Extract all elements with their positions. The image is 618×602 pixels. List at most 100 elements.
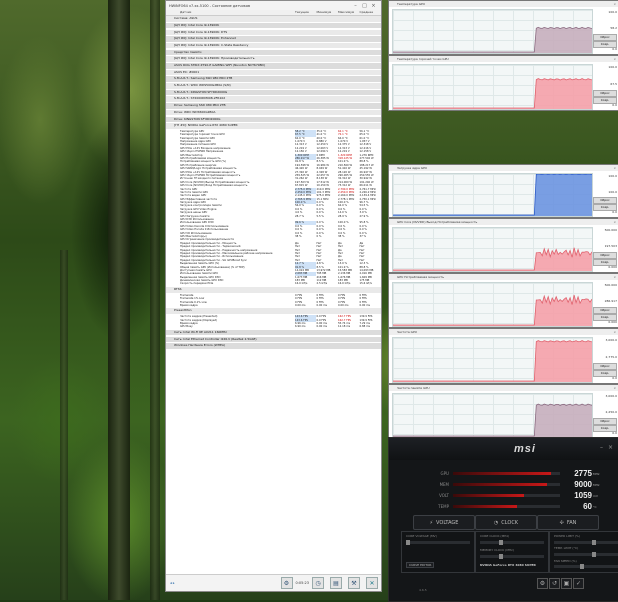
graph-window[interactable]: Частота памяти GPU × 3,000.0 2,250.0 0.0 Сбро… — [388, 384, 618, 439]
graph-current: 100.0 — [608, 189, 617, 194]
graph-title: Температура GPU — [397, 2, 426, 6]
sensor-group[interactable]: Drive: Samsung SSD 980 PRO 2TB — [166, 103, 381, 109]
save-icon[interactable]: ▣ — [561, 578, 572, 589]
fan-tab[interactable]: ✣ FAN — [537, 515, 599, 530]
close-icon[interactable]: × — [613, 329, 616, 335]
minimize-icon[interactable]: – — [351, 3, 360, 9]
sensor-group[interactable]: [ЦП #0]: Intel Core i9-13900K: Enhanced — [166, 36, 381, 42]
graph-save-button[interactable]: Сохр. — [593, 258, 617, 266]
tab-label: FAN — [566, 519, 577, 526]
temp-limit-slider[interactable] — [554, 552, 618, 557]
graph-save-button[interactable]: Сохр. — [593, 424, 617, 432]
graph-title-bar[interactable]: Частота GPU × — [389, 329, 618, 335]
graph-title-bar[interactable]: GPU Core (NVVDD) Выход Потребляемая мощн… — [389, 219, 618, 225]
graph-title-bar[interactable]: Частота памяти GPU × — [389, 385, 618, 391]
sensor-group[interactable]: S.M.A.R.T.: ST2000DM008-2FR102 — [166, 96, 381, 102]
graph-reset-button[interactable]: Сброс — [593, 251, 617, 259]
graph-plot — [392, 282, 593, 327]
sensor-group[interactable]: Drive: KINGSTON SFYRD2000G — [166, 116, 381, 122]
sensor-group[interactable]: [ГП #0]: NVIDIA GeForce RTX 4080 SUPER — [166, 123, 381, 129]
sensor-group[interactable]: ASUS ROG STRIX Z790-E GAMING WIFI (Nuvot… — [166, 63, 381, 69]
settings-icon[interactable]: ⚒ — [348, 577, 360, 589]
graph-reset-button[interactable]: Сброс — [593, 197, 617, 205]
close-icon[interactable]: × — [613, 165, 616, 171]
sensor-value: 6.90 ms — [294, 325, 306, 329]
close-icon[interactable]: × — [613, 385, 616, 391]
fan-speed-slider[interactable] — [554, 564, 618, 569]
tab-label: CLOCK — [501, 519, 519, 526]
sensor-group[interactable]: ASUS EC: #0001 — [166, 69, 381, 76]
clock-icon[interactable]: ◷ — [312, 577, 324, 589]
monitor-unit: MHz — [593, 482, 600, 487]
sensor-group[interactable]: S.M.A.R.T.: Samsung SSD 980 PRO 2TB — [166, 76, 381, 82]
power-limit-label: POWER LIMIT (%) — [554, 534, 581, 538]
graph-title-bar[interactable]: Загрузка ядра GPU × — [389, 165, 618, 171]
graph-max: 500.000 — [604, 283, 617, 287]
graph-save-button[interactable]: Сохр. — [593, 313, 617, 321]
sensor-group[interactable]: Сеть: Intel Ethernet Controller I226-V (… — [166, 336, 381, 343]
settings-icon[interactable]: ⚙ — [537, 578, 548, 589]
close-icon[interactable]: × — [613, 274, 616, 280]
graph-save-button[interactable]: Сохр. — [593, 369, 617, 377]
graph-reset-button[interactable]: Сброс — [593, 362, 617, 370]
sensor-group[interactable]: [ЦП #0]: Intel Core i9-13900K: C-State R… — [166, 42, 381, 49]
sensor-group[interactable]: PresentMon — [166, 308, 381, 314]
close-icon[interactable]: × — [613, 56, 616, 62]
window-titlebar[interactable]: HWiNFO64 v7.xx-5100 - Состояние датчиков… — [166, 1, 381, 10]
sensor-row[interactable]: GPU Busy 6.90 ms 0.00 ms 12.18 ms 6.88 ms — [166, 325, 381, 328]
graph-save-button[interactable]: Сохр. — [593, 96, 617, 104]
core-voltage-slider[interactable] — [406, 540, 470, 545]
report-icon[interactable]: ▤ — [330, 577, 342, 589]
graph-save-button[interactable]: Сохр. — [593, 204, 617, 212]
sensor-group[interactable]: S.M.A.R.T.: WDC WDS500G2B0A (S/N) — [166, 83, 381, 89]
graph-window[interactable]: GPU Core (NVVDD) Выход Потребляемая мощн… — [388, 218, 618, 273]
sensor-group[interactable]: Сеть: Intel Wi-Fi 6E AX211 160MHz — [166, 329, 381, 336]
voltage-tab[interactable]: ⚡ VOLTAGE — [413, 515, 475, 530]
sensor-group[interactable]: S.M.A.R.T.: KINGSTON SFYRD2000G — [166, 89, 381, 96]
sensor-row[interactable]: Время кадра 0.00 ms 0.00 ms 0.00 ms 0.00 ms — [166, 304, 381, 307]
graph-window[interactable]: Температура GPU × 100.0 58.2 0.0 Сброс Сохр. — [388, 0, 618, 55]
apply-icon[interactable]: ✓ — [573, 578, 584, 589]
close-icon[interactable]: × — [369, 3, 378, 9]
sensor-group[interactable]: Windows Hardware Errors (WHEA) — [166, 343, 381, 349]
sensor-group[interactable]: Средство памяти — [166, 49, 381, 56]
afterburner-header[interactable]: msi – × — [389, 438, 618, 460]
sensor-group[interactable]: Система: ASUS — [166, 16, 381, 22]
minimize-icon[interactable]: – — [600, 444, 603, 451]
sensor-value: 12.18 ms — [337, 325, 351, 329]
memory-clock-slider[interactable] — [480, 554, 544, 559]
close-sensors-icon[interactable]: ✕ — [366, 577, 378, 589]
close-icon[interactable]: × — [613, 219, 616, 225]
sensor-row[interactable]: Скорость передачи PCIe 16.0 GT/s 2.5 GT/s 1… — [166, 282, 381, 285]
graph-svg — [393, 173, 593, 216]
close-icon[interactable]: × — [608, 444, 613, 451]
graph-title-bar[interactable]: Температура горячей точки GPU × — [389, 56, 618, 62]
sensor-group[interactable]: [ЦП #0]: Intel Core i9-13900K — [166, 22, 381, 29]
maximize-icon[interactable]: □ — [360, 3, 369, 9]
graph-window[interactable]: Частота GPU × 3,000.0 2,775.0 0.0 Сброс Сохр. — [388, 328, 618, 384]
graph-reset-button[interactable]: Сброс — [593, 417, 617, 425]
graph-window[interactable]: GPU Потребляемая мощность × 500.000 286.917… — [388, 273, 618, 328]
graph-window[interactable]: Температура горячей точки GPU × 100.0 67.5 0… — [388, 55, 618, 111]
power-limit-slider[interactable] — [554, 540, 618, 545]
sensor-group[interactable]: RTSS — [166, 287, 381, 293]
graph-reset-button[interactable]: Сброс — [593, 306, 617, 314]
sensor-group[interactable]: [ЦП #0]: Intel Core i9-13900K: Производи… — [166, 56, 381, 62]
reset-icon[interactable]: ↺ — [549, 578, 560, 589]
close-icon[interactable]: × — [613, 1, 616, 7]
sensor-group[interactable]: Drive: WDC WDS500G2B0A — [166, 109, 381, 116]
nav-arrows[interactable]: ◂ ▸ — [170, 581, 175, 585]
network-icon[interactable]: ⚙ — [280, 577, 293, 589]
sensor-group[interactable]: [ЦП #0]: Intel Core i9-13900K: DTS — [166, 29, 381, 36]
fan-icon: ✣ — [559, 519, 564, 526]
graph-reset-button[interactable]: Сброс — [593, 33, 617, 41]
graph-reset-button[interactable]: Сброс — [593, 89, 617, 97]
graph-title-bar[interactable]: Температура GPU × — [389, 1, 618, 7]
tree-trunk — [150, 0, 160, 600]
core-clock-slider[interactable] — [480, 540, 544, 545]
clock-tab[interactable]: ◔ CLOCK — [475, 515, 537, 530]
graph-title-bar[interactable]: GPU Потребляемая мощность × — [389, 274, 618, 280]
graph-save-button[interactable]: Сохр. — [593, 40, 617, 48]
graph-window[interactable]: Загрузка ядра GPU × 100.0 100.0 0.0 Сброс Сохр… — [388, 164, 618, 218]
curve-editor-button[interactable]: CURVE EDITOR — [406, 562, 435, 568]
